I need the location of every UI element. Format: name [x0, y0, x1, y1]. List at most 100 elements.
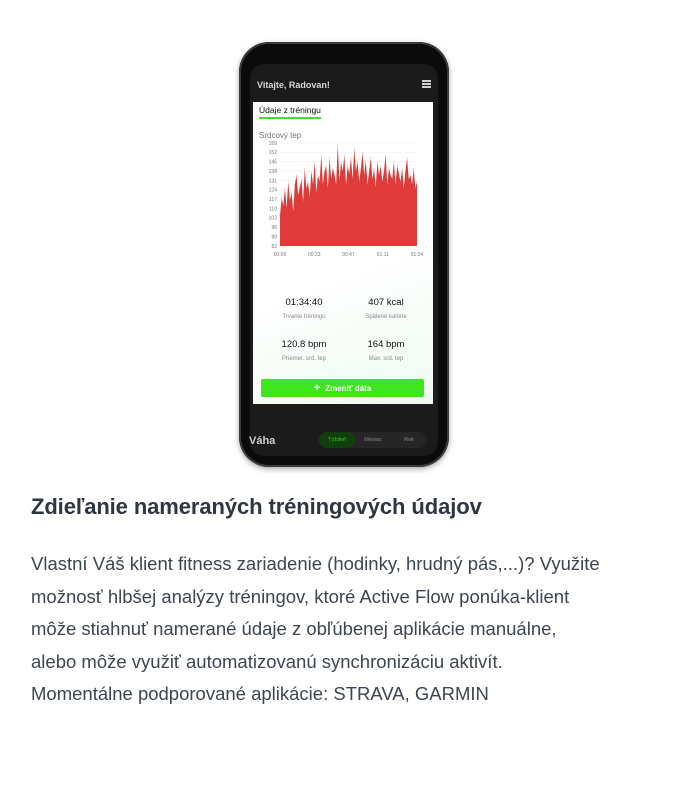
heart-rate-point — [388, 168, 390, 169]
y-tick-label: 131 — [269, 178, 278, 184]
heart-rate-point — [347, 165, 348, 167]
hamburger-menu-icon[interactable] — [422, 80, 431, 88]
segment-month[interactable]: Mesiac — [355, 432, 391, 448]
body-line: možnosť hlbšej analýzy tréningov, ktoré … — [31, 585, 570, 607]
weight-label: Váha — [249, 435, 276, 447]
heart-rate-point — [302, 201, 304, 203]
heart-rate-point — [314, 161, 315, 163]
stat-value: 120.8 bpm — [281, 339, 327, 350]
segment-week[interactable]: Týždeň — [319, 432, 355, 448]
app-header: Vitajte, Radovan! — [250, 64, 438, 102]
heart-rate-point — [281, 197, 282, 199]
heart-rate-point — [320, 154, 322, 156]
heart-rate-point — [353, 148, 355, 149]
heart-rate-point — [416, 181, 418, 183]
heart-rate-point — [373, 168, 375, 169]
heart-rate-point — [342, 170, 344, 172]
heart-rate-point — [334, 174, 335, 176]
heart-rate-point — [345, 184, 347, 185]
heart-rate-point — [307, 181, 309, 183]
heart-rate-point — [304, 168, 306, 169]
heart-rate-point — [352, 178, 353, 180]
heart-rate-point — [415, 188, 416, 189]
heart-rate-point — [301, 178, 302, 180]
heart-rate-point — [370, 157, 372, 159]
heart-rate-point — [344, 154, 345, 156]
x-tick-label: 00:47 — [342, 252, 355, 258]
y-tick-label: 124 — [269, 188, 278, 194]
heart-rate-point — [309, 197, 311, 199]
heart-rate-point — [324, 170, 325, 172]
heart-rate-chart: 159 152 145 138 131 124 117 110 103 96 89 82 00:00 00… — [269, 141, 424, 258]
heart-rate-point — [279, 214, 281, 216]
heart-rate-point — [312, 184, 314, 185]
y-tick-label: 117 — [269, 197, 277, 203]
y-tick-label: 159 — [269, 141, 278, 147]
heart-rate-point — [408, 178, 410, 180]
heart-rate-point — [296, 174, 297, 176]
heart-rate-point — [291, 192, 292, 193]
stat-label: Priemer. srd. tep — [281, 356, 326, 362]
heart-rate-point — [413, 168, 414, 169]
body-line: môže stiahnuť namerané údaje z obľúbenej… — [31, 618, 557, 639]
heart-rate-point — [365, 160, 367, 161]
heart-rate-point — [287, 181, 289, 183]
heart-rate-point — [380, 165, 381, 167]
stat-value: 407 kcal — [368, 297, 404, 308]
heart-rate-point — [405, 170, 406, 172]
heart-rate-point — [367, 184, 368, 185]
stat-value: 164 bpm — [367, 339, 405, 350]
heart-rate-point — [329, 157, 330, 159]
heart-rate-point — [286, 208, 287, 209]
heart-rate-point — [327, 188, 329, 189]
stat-duration: 01:34:40 Trvanie tréningu — [263, 297, 345, 320]
y-tick-label: 96 — [271, 225, 277, 231]
heart-rate-point — [390, 174, 391, 176]
heart-rate-point — [292, 210, 294, 212]
heart-rate-point — [400, 181, 401, 183]
heart-rate-point — [311, 170, 312, 172]
heart-rate-point — [322, 184, 324, 185]
heart-rate-point — [398, 173, 400, 175]
heart-rate-point — [330, 178, 332, 180]
heart-rate-point — [368, 170, 370, 172]
heart-rate-point — [378, 174, 380, 176]
stat-label: Spálené kalórie — [365, 314, 407, 320]
segment-year[interactable]: Rok — [391, 432, 427, 448]
heart-rate-point — [335, 184, 337, 185]
x-tick-label: 01:11 — [377, 252, 389, 258]
heart-rate-point — [289, 200, 291, 201]
heart-rate-point — [385, 154, 386, 156]
heart-rate-point — [396, 165, 398, 167]
heart-rate-point — [337, 144, 339, 145]
heart-rate-point — [297, 194, 299, 196]
change-data-button[interactable]: + Zmeniť dáta — [261, 379, 424, 397]
change-data-label: Zmeniť dáta — [325, 383, 372, 393]
period-selector: Týždeň Mesiac Rok — [319, 432, 427, 448]
stat-value: 01:34:40 — [285, 297, 323, 308]
y-tick-label: 152 — [269, 150, 278, 156]
y-tick-label: 145 — [269, 160, 278, 166]
heart-rate-point — [306, 188, 307, 189]
heart-rate-point — [406, 157, 408, 159]
stat-max-heart-rate: 164 bpm Max. srd. tep — [345, 339, 427, 362]
heart-rate-point — [372, 178, 373, 180]
heart-rate-point — [363, 174, 365, 176]
welcome-text: Vitajte, Radovan! — [257, 80, 330, 90]
heart-rate-point — [358, 181, 360, 183]
heart-rate-point — [377, 161, 378, 163]
stat-label: Trvanie tréningu — [282, 314, 326, 320]
section-heading: Zdieľanie nameraných tréningových údajov — [31, 494, 482, 519]
x-tick-label: 00:23 — [308, 252, 321, 258]
heart-rate-point — [325, 165, 327, 167]
x-tick-label: 00:00 — [274, 252, 287, 258]
heart-rate-area — [280, 144, 417, 246]
phone-mockup: Vitajte, Radovan! Údaje z tréningu Srdco… — [239, 42, 449, 467]
heart-rate-point — [410, 174, 411, 176]
y-tick-label: 138 — [269, 169, 278, 175]
heart-rate-point — [357, 161, 358, 163]
heart-rate-point — [355, 170, 357, 172]
heart-rate-point — [316, 192, 317, 193]
plus-icon: + — [313, 382, 321, 394]
stat-avg-heart-rate: 120.8 bpm Priemer. srd. tep — [263, 339, 345, 362]
